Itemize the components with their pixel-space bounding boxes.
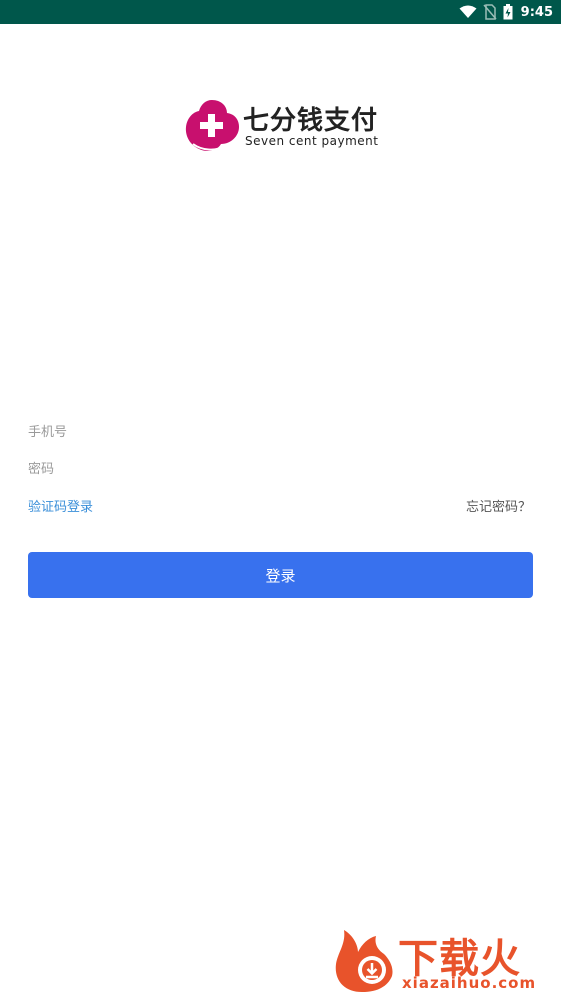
login-button[interactable]: 登录 <box>28 552 533 598</box>
password-input[interactable] <box>28 455 533 483</box>
wifi-icon <box>459 5 477 18</box>
app-logo: 七分钱支付 Seven cent payment <box>183 96 383 156</box>
status-bar: 9:45 <box>0 0 561 24</box>
forgot-password-link[interactable]: 忘记密码？ <box>466 496 531 515</box>
no-sim-icon <box>483 4 497 20</box>
phone-field[interactable] <box>28 418 533 446</box>
phone-input[interactable] <box>28 418 533 446</box>
status-time: 9:45 <box>520 4 553 20</box>
status-icons: 9:45 <box>459 0 553 24</box>
watermark-subtitle: xiazaihuo.com <box>402 974 537 992</box>
sms-login-link[interactable]: 验证码登录 <box>28 496 93 515</box>
logo-subtitle: Seven cent payment <box>245 134 379 148</box>
battery-charging-icon <box>503 4 513 20</box>
password-field[interactable] <box>28 455 533 483</box>
fire-download-icon <box>335 930 393 992</box>
logo-title: 七分钱支付 <box>243 106 379 136</box>
cloud-logo-icon <box>185 100 239 152</box>
watermark: 下载火 xiazaihuo.com <box>332 922 557 994</box>
